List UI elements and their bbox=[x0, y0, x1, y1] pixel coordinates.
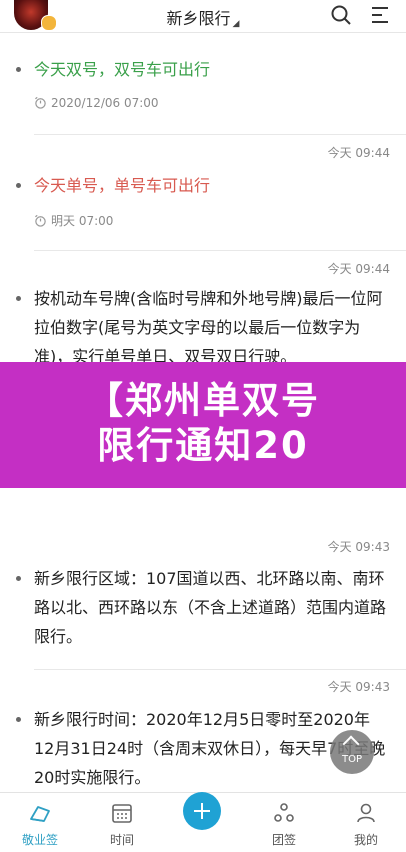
divider bbox=[34, 669, 406, 670]
bottom-tab-bar: 敬业签 时间 团签 我的 bbox=[0, 792, 406, 852]
bullet-icon bbox=[16, 183, 21, 188]
reminder-time: 明天 07:00 bbox=[34, 212, 113, 229]
alarm-icon bbox=[35, 96, 46, 109]
user-icon bbox=[357, 803, 375, 823]
message-text: 新乡限行区域：107国道以西、北环路以南、南环路以北、西环路以东（不含上述道路）… bbox=[34, 569, 387, 646]
divider bbox=[34, 134, 406, 135]
message-text: 今天双号，双号车可出行 bbox=[34, 60, 211, 79]
timestamp: 今天 09:43 bbox=[327, 540, 390, 554]
bullet-icon bbox=[16, 296, 21, 301]
timestamp: 今天 09:44 bbox=[327, 146, 390, 160]
add-button[interactable] bbox=[183, 792, 221, 830]
tab-label: 时间 bbox=[109, 833, 134, 847]
scroll-top-button[interactable]: TOP bbox=[330, 730, 374, 774]
tab-label: 敬业签 bbox=[21, 833, 58, 847]
timestamp: 今天 09:44 bbox=[327, 262, 390, 276]
banner-line-1: 【郑州单双号 bbox=[86, 379, 320, 422]
tab-label: 团签 bbox=[271, 833, 296, 847]
alarm-icon bbox=[35, 214, 46, 227]
divider bbox=[34, 250, 406, 251]
page-title-text: 新乡限行 bbox=[166, 9, 231, 28]
message-text: 按机动车号牌(含临时号牌和外地号牌)最后一位阿拉伯数字(尾号为英文字母的以最后一… bbox=[34, 289, 383, 366]
arrow-up-icon bbox=[342, 735, 360, 753]
calendar-icon bbox=[112, 804, 132, 823]
note-icon bbox=[30, 806, 50, 822]
scroll-top-label: TOP bbox=[341, 754, 362, 765]
tab-time[interactable]: 时间 bbox=[82, 793, 162, 852]
bullet-icon bbox=[16, 717, 21, 722]
search-icon[interactable] bbox=[329, 3, 353, 27]
banner-line-2: 限行通知20 bbox=[97, 424, 309, 467]
reminder-time: 2020/12/06 07:00 bbox=[34, 96, 159, 110]
tab-notes[interactable]: 敬业签 bbox=[0, 793, 80, 852]
tab-team[interactable]: 团签 bbox=[244, 793, 324, 852]
top-bar: 新乡限行 ◢ bbox=[0, 0, 406, 33]
dropdown-caret-icon: ◢ bbox=[232, 19, 240, 29]
bullet-icon bbox=[16, 576, 21, 581]
tab-mine[interactable]: 我的 bbox=[326, 793, 406, 852]
overlay-banner: 【郑州单双号 限行通知20 bbox=[0, 362, 406, 488]
menu-icon[interactable] bbox=[368, 3, 392, 27]
team-icon bbox=[274, 803, 294, 822]
timestamp: 今天 09:43 bbox=[327, 680, 390, 694]
message-text: 今天单号，单号车可出行 bbox=[34, 176, 211, 195]
bullet-icon bbox=[16, 67, 21, 72]
tab-label: 我的 bbox=[353, 833, 378, 847]
